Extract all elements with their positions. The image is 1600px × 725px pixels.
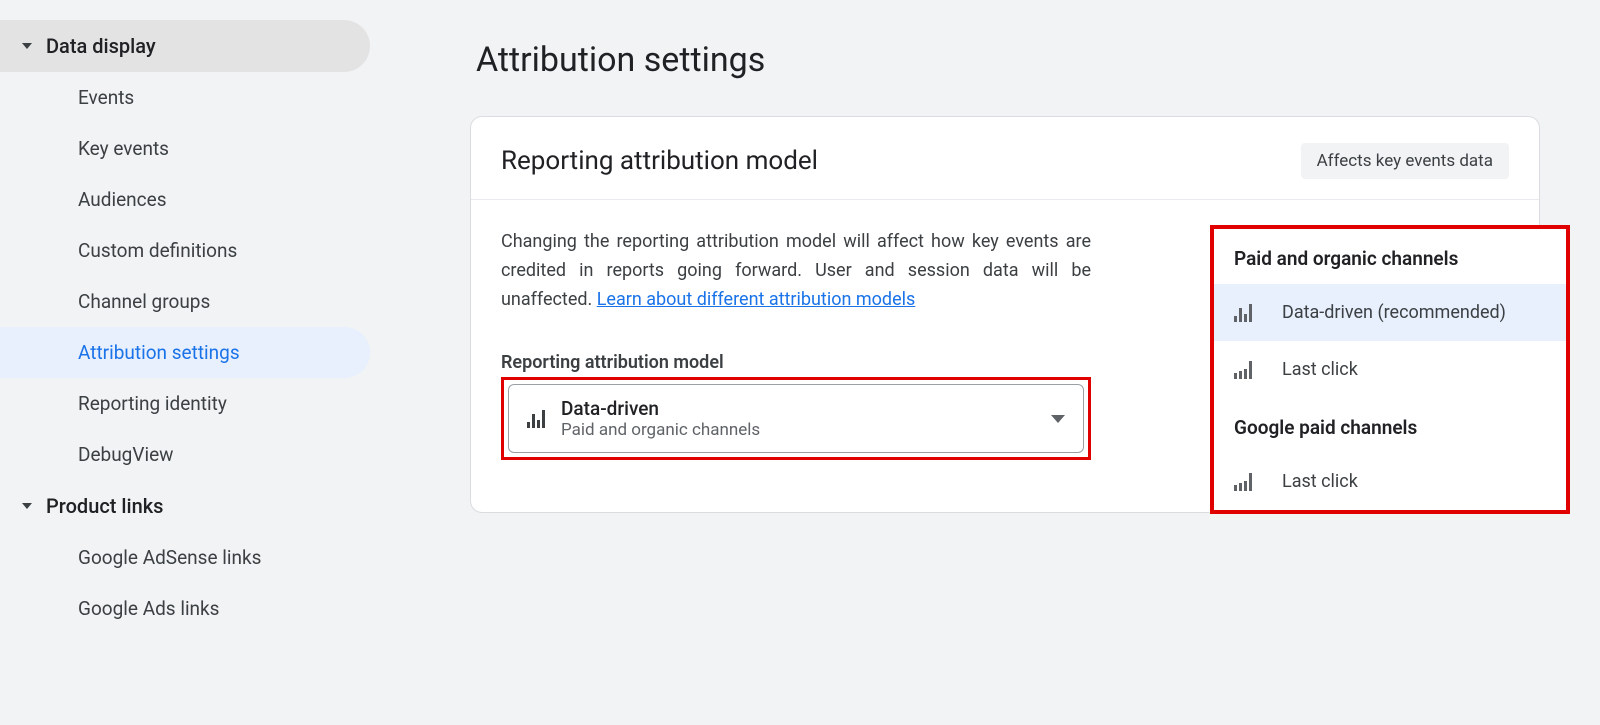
sidebar-item-reporting-identity[interactable]: Reporting identity bbox=[0, 378, 370, 429]
sidebar-item-key-events[interactable]: Key events bbox=[0, 123, 370, 174]
sidebar-section-product-links[interactable]: Product links bbox=[0, 480, 370, 532]
bar-chart-icon bbox=[527, 410, 545, 428]
sidebar-item-channel-groups[interactable]: Channel groups bbox=[0, 276, 370, 327]
affects-badge: Affects key events data bbox=[1301, 143, 1509, 179]
sidebar-item-custom-definitions[interactable]: Custom definitions bbox=[0, 225, 370, 276]
sidebar-section-label: Product links bbox=[46, 494, 163, 518]
sidebar-item-attribution-settings[interactable]: Attribution settings bbox=[0, 327, 370, 378]
bar-chart-icon bbox=[1234, 361, 1252, 379]
dropdown-label: Reporting attribution model bbox=[501, 352, 1091, 373]
card-header: Reporting attribution model Affects key … bbox=[471, 117, 1539, 200]
sidebar-item-google-adsense-links[interactable]: Google AdSense links bbox=[0, 532, 370, 583]
dropdown-highlight: Data-driven Paid and organic channels bbox=[501, 377, 1091, 460]
main-content: Attribution settings Reporting attributi… bbox=[410, 0, 1600, 725]
bar-chart-icon bbox=[1234, 304, 1252, 322]
card-description: Changing the reporting attribution model… bbox=[501, 228, 1091, 314]
attribution-model-dropdown[interactable]: Data-driven Paid and organic channels bbox=[508, 384, 1084, 453]
sidebar-item-google-ads-links[interactable]: Google Ads links bbox=[0, 583, 370, 634]
chevron-down-icon bbox=[1051, 415, 1065, 423]
popup-group-title: Google paid channels bbox=[1214, 398, 1566, 453]
option-data-driven[interactable]: Data-driven (recommended) bbox=[1214, 284, 1566, 341]
popup-group-title: Paid and organic channels bbox=[1214, 229, 1566, 284]
sidebar-item-audiences[interactable]: Audiences bbox=[0, 174, 370, 225]
bar-chart-icon bbox=[1234, 473, 1252, 491]
chevron-down-icon bbox=[22, 43, 32, 49]
learn-more-link[interactable]: Learn about different attribution models bbox=[597, 289, 916, 310]
dropdown-value: Data-driven bbox=[561, 397, 760, 420]
option-label: Data-driven (recommended) bbox=[1282, 302, 1506, 323]
sidebar-item-events[interactable]: Events bbox=[0, 72, 370, 123]
dropdown-subtitle: Paid and organic channels bbox=[561, 420, 760, 440]
chevron-down-icon bbox=[22, 503, 32, 509]
option-label: Last click bbox=[1282, 359, 1358, 380]
settings-sidebar: Data display Events Key events Audiences… bbox=[0, 0, 410, 725]
option-last-click-google-paid[interactable]: Last click bbox=[1214, 453, 1566, 510]
sidebar-section-label: Data display bbox=[46, 34, 156, 58]
sidebar-section-data-display[interactable]: Data display bbox=[0, 20, 370, 72]
attribution-model-options-popup: Paid and organic channels Data-driven (r… bbox=[1210, 225, 1570, 514]
option-last-click-paid-organic[interactable]: Last click bbox=[1214, 341, 1566, 398]
sidebar-item-debugview[interactable]: DebugView bbox=[0, 429, 370, 480]
page-title: Attribution settings bbox=[476, 40, 1540, 80]
card-title: Reporting attribution model bbox=[501, 146, 818, 176]
option-label: Last click bbox=[1282, 471, 1358, 492]
